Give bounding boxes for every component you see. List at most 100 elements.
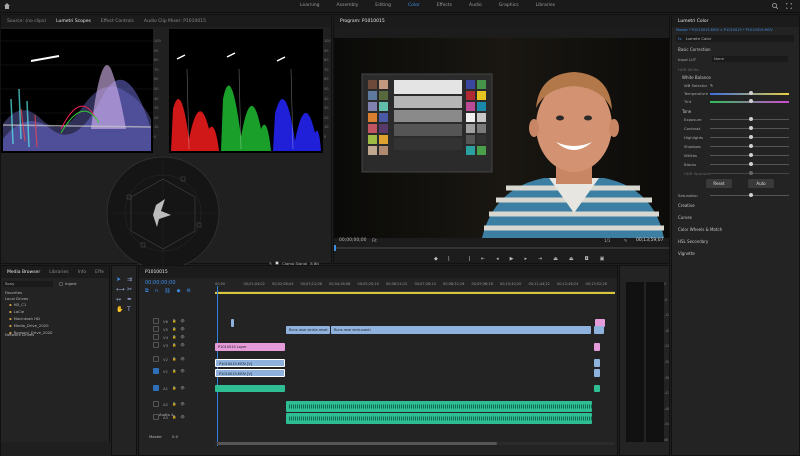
track-header[interactable]: A1 🔒 👁 xyxy=(139,383,215,393)
lumetri-breadcrumb[interactable]: Master * P1010015.MOV > P1010015 * P1010… xyxy=(676,28,773,32)
step-forward-icon[interactable]: ▸ xyxy=(524,256,527,262)
eye-icon[interactable]: 👁 xyxy=(180,319,184,323)
lumetri-preset-dropdown[interactable]: Lumetri Color xyxy=(686,36,712,41)
work-area-bar[interactable] xyxy=(215,292,615,294)
shadows-slider[interactable] xyxy=(710,144,789,148)
shadows-knob[interactable] xyxy=(748,144,753,148)
program-timecode-in[interactable]: 00;00;00;00 xyxy=(339,238,366,243)
nest-icon[interactable]: ⧉ xyxy=(145,288,149,294)
workspace-color[interactable]: Color xyxy=(408,3,420,8)
vignette-header[interactable]: Vignette xyxy=(678,251,695,256)
tab-effects[interactable]: Effe xyxy=(95,270,104,275)
audio-clip[interactable] xyxy=(215,385,285,392)
program-title[interactable]: Program: P1010015 xyxy=(340,19,385,24)
blacks-slider[interactable] xyxy=(710,162,789,166)
adjustment-layer-clip[interactable]: P1010015 Layer xyxy=(215,343,285,351)
list-item[interactable]: ▪ HD_C1 xyxy=(9,302,52,307)
add-marker-icon[interactable]: ◆ xyxy=(177,288,181,294)
whites-slider[interactable] xyxy=(710,153,789,157)
workspace-effects[interactable]: Effects xyxy=(437,3,452,8)
lock-icon[interactable]: 🔒 xyxy=(172,357,176,361)
auto-button[interactable]: Auto xyxy=(748,179,774,188)
workspace-learning[interactable]: Learning xyxy=(300,3,320,8)
creative-header[interactable]: Creative xyxy=(678,203,695,208)
temperature-slider[interactable] xyxy=(710,91,789,95)
eye-icon[interactable]: 👁 xyxy=(180,335,184,339)
track-target-toggle[interactable] xyxy=(153,414,159,420)
lumetri-title[interactable]: Lumetri Color xyxy=(678,19,708,24)
selection-tool-icon[interactable]: ➤ xyxy=(116,276,124,283)
saturation-slider[interactable] xyxy=(710,193,789,197)
lock-icon[interactable]: 🔒 xyxy=(172,402,176,406)
text-clip-1[interactable]: Runs rose vinkla reset xyxy=(286,326,330,334)
program-page[interactable]: 1/1 xyxy=(604,238,610,243)
tone-header[interactable]: Tone xyxy=(682,109,691,114)
program-scrub-bar[interactable] xyxy=(334,245,669,251)
scroll-thumb[interactable] xyxy=(217,442,497,445)
tab-info[interactable]: Info xyxy=(78,270,87,275)
compare-icon[interactable]: ▣ xyxy=(600,256,605,262)
track-header[interactable]: V2 🔒 👁 xyxy=(139,354,215,364)
snap-icon[interactable]: ∩ xyxy=(155,288,159,294)
sequence-tab[interactable]: P1010015 xyxy=(145,270,168,275)
mark-out-icon[interactable]: ⎹ xyxy=(465,256,470,262)
workspace-libraries[interactable]: Libraries xyxy=(536,3,555,8)
lock-icon[interactable]: 🔒 xyxy=(172,415,176,419)
marker-icon[interactable]: ◆ xyxy=(434,256,438,262)
track-header[interactable]: V1 🔒 👁 xyxy=(139,366,215,376)
eye-icon[interactable]: 👁 xyxy=(180,386,184,390)
text-clip-2[interactable]: Runs rose vinkunanti xyxy=(331,326,591,334)
favorites-label[interactable]: Favorites xyxy=(5,290,22,295)
track-header[interactable]: V3 🔒 👁 xyxy=(139,340,215,350)
master-volume[interactable]: 0.0 xyxy=(172,434,178,439)
video-clip[interactable] xyxy=(594,369,600,377)
track-header[interactable]: A2 🔒 👁 xyxy=(139,399,215,409)
step-back-icon[interactable]: ◂ xyxy=(496,256,499,262)
tint-slider[interactable] xyxy=(710,99,789,103)
contrast-slider[interactable] xyxy=(710,126,789,130)
expand-icon[interactable] xyxy=(785,2,793,10)
lock-icon[interactable]: 🔒 xyxy=(172,386,176,390)
lock-icon[interactable]: 🔒 xyxy=(172,343,176,347)
list-item[interactable]: ▪ Media_Drive_2020 xyxy=(9,323,52,328)
eyedropper-icon[interactable]: ✎ xyxy=(710,83,713,88)
temperature-knob[interactable] xyxy=(748,91,753,95)
whites-knob[interactable] xyxy=(748,153,753,157)
track-target-toggle[interactable] xyxy=(153,385,159,391)
v1-clip-a[interactable]: P1010015.MOV [V] xyxy=(215,359,285,367)
tab-audio-clip-mixer[interactable]: Audio Clip Mixer: P1010015 xyxy=(144,19,206,24)
eye-icon[interactable]: 👁 xyxy=(180,369,184,373)
video-clip[interactable] xyxy=(594,359,600,367)
pen-icon[interactable]: ✒ xyxy=(127,296,135,303)
local-drives-label[interactable]: Local Drives xyxy=(5,296,28,301)
time-ruler[interactable]: 00;00 00;01;04;02 00;02;08;04 00;03;12;06 00… xyxy=(215,280,615,292)
exposure-knob[interactable] xyxy=(748,117,753,121)
white-balance-header[interactable]: White Balance xyxy=(682,75,711,80)
type-tool-icon[interactable]: T xyxy=(127,306,135,313)
program-fit-dropdown[interactable]: Fit xyxy=(372,238,377,243)
workspace-assembly[interactable]: Assembly xyxy=(337,3,359,8)
curves-header[interactable]: Curves xyxy=(678,215,692,220)
go-to-out-icon[interactable]: ⇥ xyxy=(538,256,542,262)
eye-icon[interactable]: 👁 xyxy=(180,343,184,347)
workspace-audio[interactable]: Audio xyxy=(469,3,482,8)
hand-icon[interactable]: ✋ xyxy=(116,306,124,313)
workspace-editing[interactable]: Editing xyxy=(375,3,391,8)
track-target-toggle[interactable] xyxy=(153,401,159,407)
ingest-checkbox[interactable] xyxy=(59,281,63,286)
hsl-secondary-header[interactable]: HSL Secondary xyxy=(678,239,708,244)
track-target-toggle[interactable] xyxy=(153,342,159,348)
basic-correction-header[interactable]: Basic Correction xyxy=(678,47,711,52)
v1-clip-b[interactable]: P1010015.MOV [V] xyxy=(215,369,285,377)
track-target-toggle[interactable] xyxy=(153,356,159,362)
tab-libraries[interactable]: Libraries xyxy=(49,270,68,275)
reset-button[interactable]: Reset xyxy=(706,179,732,188)
eye-icon[interactable]: 👁 xyxy=(180,357,184,361)
contrast-knob[interactable] xyxy=(748,126,753,130)
video-clip[interactable] xyxy=(231,319,234,327)
media-filter-dropdown[interactable]: Sony xyxy=(3,281,53,287)
track-target-toggle[interactable] xyxy=(153,368,159,374)
extract-icon[interactable]: ⏏ xyxy=(569,256,574,262)
tint-knob[interactable] xyxy=(748,99,753,103)
exposure-slider[interactable] xyxy=(710,117,789,121)
